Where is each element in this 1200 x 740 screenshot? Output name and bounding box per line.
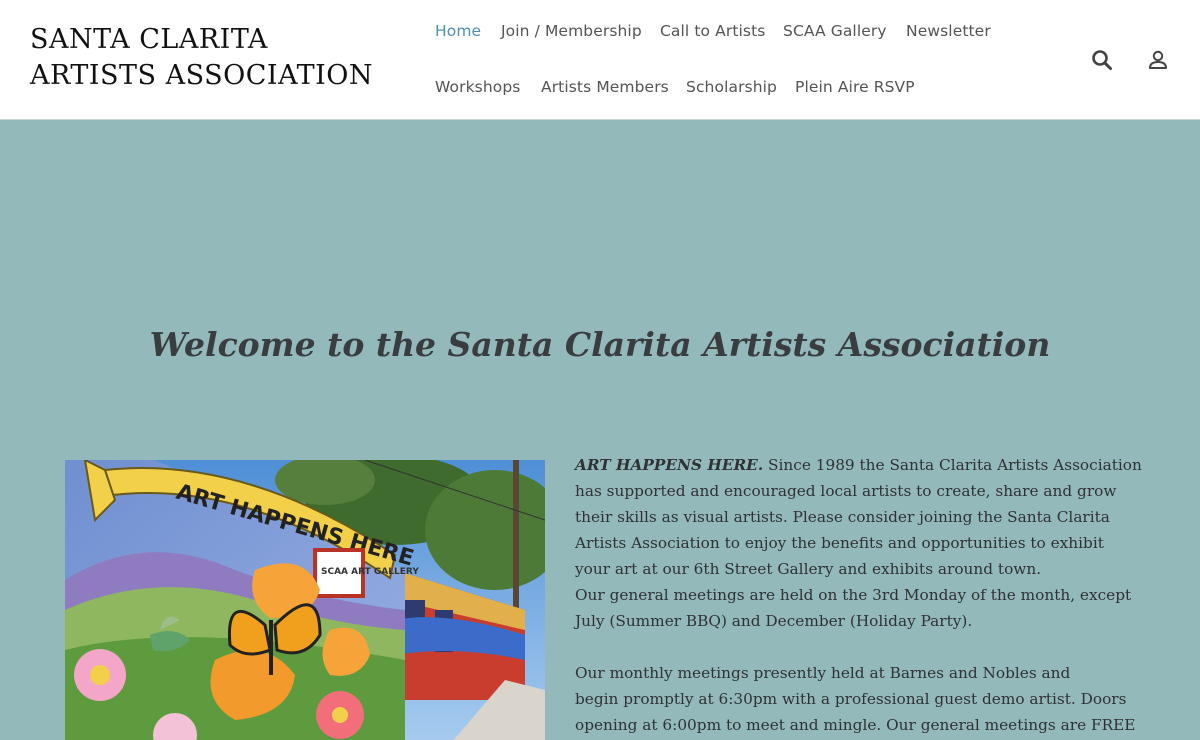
nav-home[interactable]: Home (435, 22, 481, 40)
intro-line-2: has supported and encouraged local artis… (575, 482, 1117, 500)
intro-line-5: your art at our 6th Street Gallery and e… (575, 560, 1042, 578)
nav-call-to-artists[interactable]: Call to Artists (660, 22, 765, 40)
monthly-line-2: begin promptly at 6:30pm with a professi… (575, 690, 1127, 708)
site-title-line1: SANTA CLARITA (30, 24, 268, 55)
search-icon[interactable] (1090, 48, 1114, 72)
intro-text: ART HAPPENS HERE. Since 1989 the Santa C… (575, 452, 1155, 738)
intro-line-1: ART HAPPENS HERE. Since 1989 the Santa C… (575, 456, 1142, 474)
intro-line-4: Artists Association to enjoy the benefit… (575, 534, 1104, 552)
intro-lead: ART HAPPENS HERE. (575, 456, 764, 474)
site-logo[interactable]: SANTA CLARITA ARTISTS ASSOCIATION (30, 22, 373, 94)
intro-line-3: their skills as visual artists. Please c… (575, 508, 1110, 526)
nav-join-membership[interactable]: Join / Membership (501, 22, 642, 40)
meetings-line-2: July (Summer BBQ) and December (Holiday … (575, 612, 973, 630)
meetings-line-1: Our general meetings are held on the 3rd… (575, 586, 1132, 604)
nav-plein-aire-rsvp[interactable]: Plein Aire RSVP (795, 78, 915, 96)
site-header: SANTA CLARITA ARTISTS ASSOCIATION Home J… (0, 0, 1200, 120)
nav-newsletter[interactable]: Newsletter (906, 22, 991, 40)
user-icon[interactable] (1146, 48, 1170, 72)
site-title-line2: ARTISTS ASSOCIATION (30, 60, 374, 91)
monthly-line-3: opening at 6:00pm to meet and mingle. Ou… (575, 716, 1136, 734)
mural-image: ART HAPPENS HERE SCAA ART GALLERY (65, 460, 545, 740)
mural-sign-text: SCAA ART GALLERY (321, 567, 419, 577)
nav-scholarship[interactable]: Scholarship (686, 78, 777, 96)
nav-artists-members[interactable]: Artists Members (541, 78, 669, 96)
page-heading: Welcome to the Santa Clarita Artists Ass… (149, 325, 1051, 364)
nav-workshops[interactable]: Workshops (435, 78, 520, 96)
monthly-line-1: Our monthly meetings presently held at B… (575, 664, 1071, 682)
nav-scaa-gallery[interactable]: SCAA Gallery (783, 22, 887, 40)
